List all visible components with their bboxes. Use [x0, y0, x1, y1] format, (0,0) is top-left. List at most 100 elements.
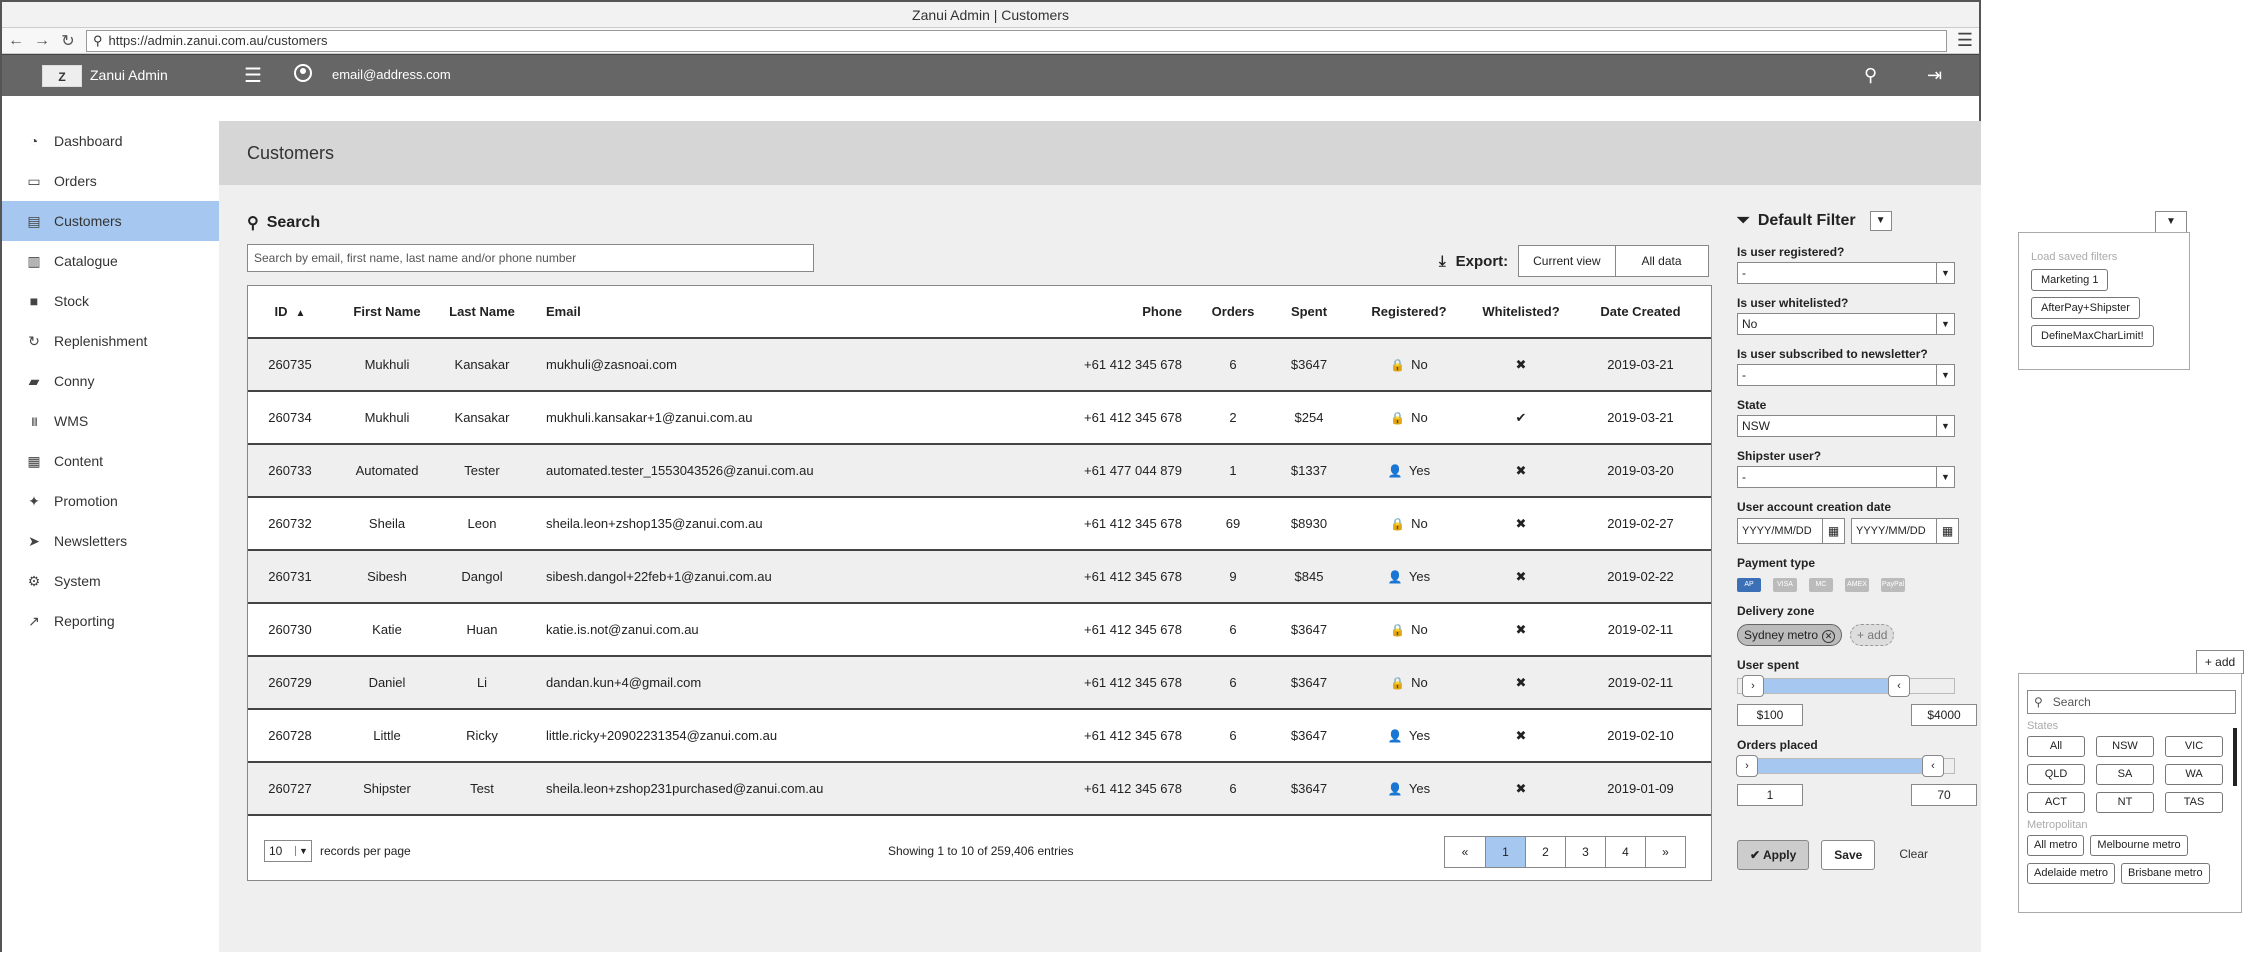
- zone-search-input[interactable]: ⚲ Search: [2027, 690, 2236, 714]
- apply-filter-button[interactable]: ✔ Apply: [1737, 840, 1810, 870]
- remove-chip-icon[interactable]: ✕: [1822, 630, 1836, 643]
- zone-option-melbourne-metro[interactable]: Melbourne metro: [2090, 835, 2188, 856]
- export-current-view-button[interactable]: Current view: [1519, 246, 1614, 276]
- sidebar-item-reporting[interactable]: ↗ Reporting: [2, 601, 219, 641]
- date-to-input[interactable]: YYYY/MM/DD ▦: [1851, 518, 1959, 544]
- zone-option-all-metro[interactable]: All metro: [2027, 835, 2085, 856]
- sidebar-item-stock[interactable]: ■ Stock: [2, 281, 219, 321]
- address-bar[interactable]: ⚲ https://admin.zanui.com.au/customers: [86, 29, 1947, 52]
- saved-filter-item[interactable]: DefineMaxCharLimit!: [2031, 325, 2154, 347]
- orders-placed-min-input[interactable]: 1: [1737, 784, 1803, 806]
- column-header-date-created[interactable]: Date Created: [1568, 304, 1713, 319]
- zone-option-qld[interactable]: QLD: [2027, 764, 2085, 785]
- table-row[interactable]: 260733 Automated Tester automated.tester_15…: [248, 445, 1711, 498]
- slider-max-handle[interactable]: ‹: [1922, 755, 1944, 777]
- table-row[interactable]: 260732 Sheila Leon sheila.leon+zshop135@zan…: [248, 498, 1711, 551]
- amex-icon[interactable]: AMEX: [1845, 578, 1869, 592]
- forward-icon[interactable]: →: [34, 32, 50, 50]
- pagination-page-3[interactable]: 3: [1565, 837, 1605, 867]
- zone-picker-add-button[interactable]: + add: [2196, 650, 2244, 674]
- table-row[interactable]: 260730 Katie Huan katie.is.not@zanui.com.au…: [248, 604, 1711, 657]
- column-header-email[interactable]: Email: [522, 304, 992, 319]
- slider-max-handle[interactable]: ‹: [1888, 675, 1910, 697]
- clear-filter-button[interactable]: Clear: [1887, 840, 1940, 870]
- saved-filters-dropdown-button[interactable]: ▼: [1869, 211, 1892, 231]
- afterpay-icon[interactable]: AP: [1737, 578, 1761, 592]
- shipster-select[interactable]: - ▼: [1737, 466, 1955, 488]
- orders-placed-slider[interactable]: › ‹: [1736, 755, 1955, 777]
- add-delivery-zone-button[interactable]: + add: [1850, 624, 1895, 646]
- app-name[interactable]: Zanui Admin: [90, 67, 168, 83]
- delivery-zone-chip[interactable]: Sydney metro ✕: [1737, 624, 1843, 646]
- user-spent-min-input[interactable]: $100: [1737, 704, 1803, 726]
- calendar-icon[interactable]: ▦: [1822, 519, 1844, 543]
- user-email[interactable]: email@address.com: [332, 67, 451, 82]
- zone-option-brisbane-metro[interactable]: Brisbane metro: [2121, 863, 2210, 884]
- column-header-phone[interactable]: Phone: [992, 304, 1192, 319]
- state-select[interactable]: NSW ▼: [1737, 415, 1955, 437]
- table-row[interactable]: 260727 Shipster Test sheila.leon+zshop231pu…: [248, 763, 1711, 816]
- pagination-next[interactable]: »: [1645, 837, 1685, 867]
- calendar-icon[interactable]: ▦: [1936, 519, 1958, 543]
- reload-icon[interactable]: ↻: [60, 31, 76, 51]
- export-all-data-button[interactable]: All data: [1614, 246, 1708, 276]
- column-header-registered[interactable]: Registered?: [1344, 304, 1474, 319]
- column-header-whitelisted[interactable]: Whitelisted?: [1474, 304, 1568, 319]
- zone-option-tas[interactable]: TAS: [2165, 792, 2223, 813]
- visa-icon[interactable]: VISA: [1773, 578, 1797, 592]
- browser-menu-icon[interactable]: ☰: [1957, 30, 1973, 51]
- zone-option-vic[interactable]: VIC: [2165, 736, 2223, 757]
- sign-out-icon[interactable]: ⇥: [1927, 65, 1942, 86]
- whitelisted-select[interactable]: No ▼: [1737, 313, 1955, 335]
- pagination-page-2[interactable]: 2: [1525, 837, 1565, 867]
- sidebar-item-replenishment[interactable]: ↻ Replenishment: [2, 321, 219, 361]
- sidebar-item-dashboard[interactable]: ◔ Dashboard: [2, 121, 219, 161]
- saved-filter-item[interactable]: AfterPay+Shipster: [2031, 297, 2140, 319]
- slider-min-handle[interactable]: ›: [1736, 755, 1758, 777]
- save-filter-button[interactable]: Save: [1821, 840, 1876, 870]
- column-header-id[interactable]: ID ▲: [248, 304, 332, 319]
- column-header-orders[interactable]: Orders: [1192, 304, 1274, 319]
- slider-min-handle[interactable]: ›: [1742, 675, 1764, 697]
- zone-option-wa[interactable]: WA: [2165, 764, 2223, 785]
- table-row[interactable]: 260731 Sibesh Dangol sibesh.dangol+22feb+1@…: [248, 551, 1711, 604]
- newsletter-select[interactable]: - ▼: [1737, 364, 1955, 386]
- sidebar-item-content[interactable]: ▦ Content: [2, 441, 219, 481]
- back-icon[interactable]: ←: [8, 32, 24, 50]
- zone-option-sa[interactable]: SA: [2096, 764, 2154, 785]
- zone-option-nt[interactable]: NT: [2096, 792, 2154, 813]
- table-row[interactable]: 260728 Little Ricky little.ricky+2090223135…: [248, 710, 1711, 763]
- user-avatar-icon[interactable]: [294, 64, 312, 82]
- zone-option-all[interactable]: All: [2027, 736, 2085, 757]
- zone-option-nsw[interactable]: NSW: [2096, 736, 2154, 757]
- saved-filters-toggle[interactable]: ▼: [2155, 211, 2187, 233]
- pagination-page-4[interactable]: 4: [1605, 837, 1645, 867]
- zone-option-act[interactable]: ACT: [2027, 792, 2085, 813]
- zone-picker-scrollbar[interactable]: [2233, 728, 2237, 786]
- column-header-spent[interactable]: Spent: [1274, 304, 1344, 319]
- sidebar-item-conny[interactable]: ▰ Conny: [2, 361, 219, 401]
- sort-ascending-icon[interactable]: ▲: [296, 308, 306, 319]
- date-from-input[interactable]: YYYY/MM/DD ▦: [1737, 518, 1845, 544]
- sidebar-item-wms[interactable]: |||| WMS: [2, 401, 219, 441]
- sidebar-item-orders[interactable]: ▭ Orders: [2, 161, 219, 201]
- pagination-prev[interactable]: «: [1445, 837, 1485, 867]
- zone-option-adelaide-metro[interactable]: Adelaide metro: [2027, 863, 2115, 884]
- sidebar-item-customers[interactable]: ▤ Customers: [2, 201, 219, 241]
- sidebar-item-newsletters[interactable]: ➤ Newsletters: [2, 521, 219, 561]
- table-row[interactable]: 260729 Daniel Li dandan.kun+4@gmail.com +61 …: [248, 657, 1711, 710]
- mastercard-icon[interactable]: MC: [1809, 578, 1833, 592]
- registered-select[interactable]: - ▼: [1737, 262, 1955, 284]
- column-header-first-name[interactable]: First Name: [332, 304, 442, 319]
- table-row[interactable]: 260734 Mukhuli Kansakar mukhuli.kansakar+1@…: [248, 392, 1711, 445]
- menu-toggle-icon[interactable]: ☰: [244, 63, 262, 88]
- sidebar-item-promotion[interactable]: ✦ Promotion: [2, 481, 219, 521]
- customer-search-input[interactable]: Search by email, first name, last name a…: [247, 244, 814, 272]
- paypal-icon[interactable]: PayPal: [1881, 578, 1905, 592]
- orders-placed-max-input[interactable]: 70: [1911, 784, 1977, 806]
- user-spent-max-input[interactable]: $4000: [1911, 704, 1977, 726]
- pagination-page-1[interactable]: 1: [1485, 837, 1525, 867]
- table-row[interactable]: 260735 Mukhuli Kansakar mukhuli@zasnoai.com…: [248, 339, 1711, 392]
- search-icon[interactable]: ⚲: [1864, 65, 1877, 86]
- user-spent-slider[interactable]: › ‹: [1737, 675, 1955, 697]
